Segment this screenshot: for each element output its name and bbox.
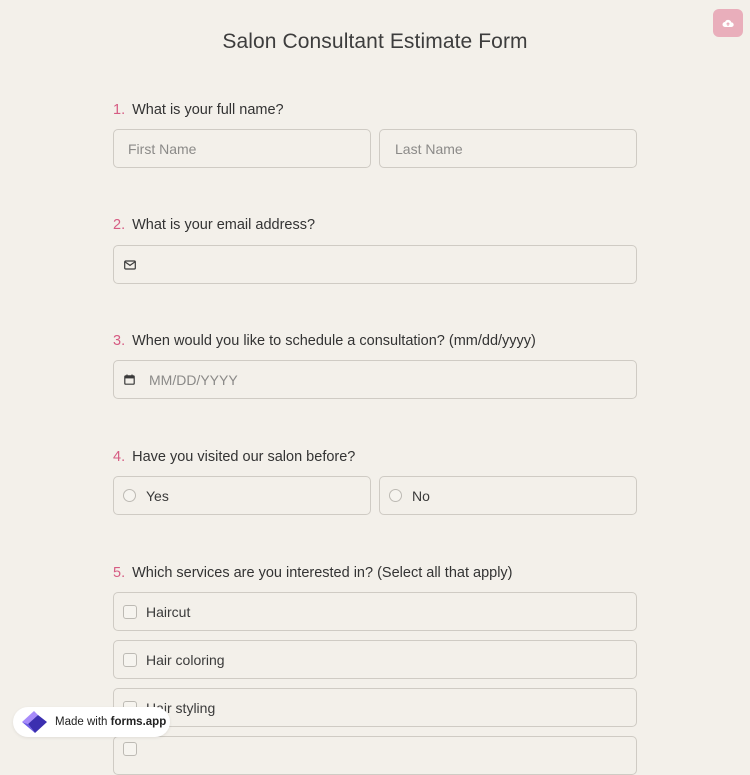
- checkbox-option-hair-coloring[interactable]: Hair coloring: [113, 640, 637, 679]
- radio-button[interactable]: [123, 489, 136, 502]
- question-number: 4.: [113, 449, 126, 465]
- question-2: 2. What is your email address?: [113, 217, 315, 233]
- question-number: 2.: [113, 217, 126, 233]
- radio-button[interactable]: [389, 489, 402, 502]
- email-input[interactable]: [113, 245, 637, 284]
- mail-icon: [124, 259, 136, 270]
- first-name-placeholder: First Name: [128, 140, 197, 157]
- badge-text: Made with forms.app: [55, 716, 167, 728]
- question-label: When would you like to schedule a consul…: [132, 333, 536, 349]
- question-1: 1. What is your full name?: [113, 102, 284, 118]
- date-placeholder: MM/DD/YYYY: [149, 371, 238, 388]
- checkbox[interactable]: [123, 741, 137, 756]
- last-name-input[interactable]: Last Name: [379, 129, 637, 168]
- question-number: 1.: [113, 102, 126, 118]
- checkbox[interactable]: [123, 604, 137, 619]
- question-5: 5. Which services are you interested in? …: [113, 565, 513, 581]
- checkbox-option-haircut[interactable]: Haircut: [113, 592, 637, 631]
- made-with-badge[interactable]: Made with forms.app: [13, 707, 170, 737]
- question-4: 4. Have you visited our salon before?: [113, 449, 355, 465]
- forms-app-logo-icon: [19, 709, 49, 735]
- radio-option-no[interactable]: No: [379, 476, 637, 515]
- option-label: Hair coloring: [146, 651, 225, 668]
- first-name-input[interactable]: First Name: [113, 129, 371, 168]
- question-number: 3.: [113, 333, 126, 349]
- question-3: 3. When would you like to schedule a cons…: [113, 333, 536, 349]
- question-label: Which services are you interested in? (S…: [132, 565, 513, 581]
- date-input[interactable]: MM/DD/YYYY: [113, 360, 637, 399]
- option-label: No: [412, 487, 430, 504]
- option-label: Yes: [146, 487, 169, 504]
- cloud-upload-icon: [722, 19, 734, 27]
- checkbox[interactable]: [123, 652, 137, 667]
- question-label: Have you visited our salon before?: [132, 449, 356, 465]
- radio-option-yes[interactable]: Yes: [113, 476, 371, 515]
- question-number: 5.: [113, 565, 126, 581]
- calendar-icon: [124, 374, 135, 385]
- question-label: What is your full name?: [132, 102, 284, 118]
- option-label: Haircut: [146, 603, 191, 620]
- checkbox-option-partial[interactable]: [113, 736, 637, 775]
- last-name-placeholder: Last Name: [395, 140, 463, 157]
- question-label: What is your email address?: [132, 217, 316, 233]
- checkbox-option-hair-styling[interactable]: Hair styling: [113, 688, 637, 727]
- form-title: Salon Consultant Estimate Form: [222, 30, 528, 53]
